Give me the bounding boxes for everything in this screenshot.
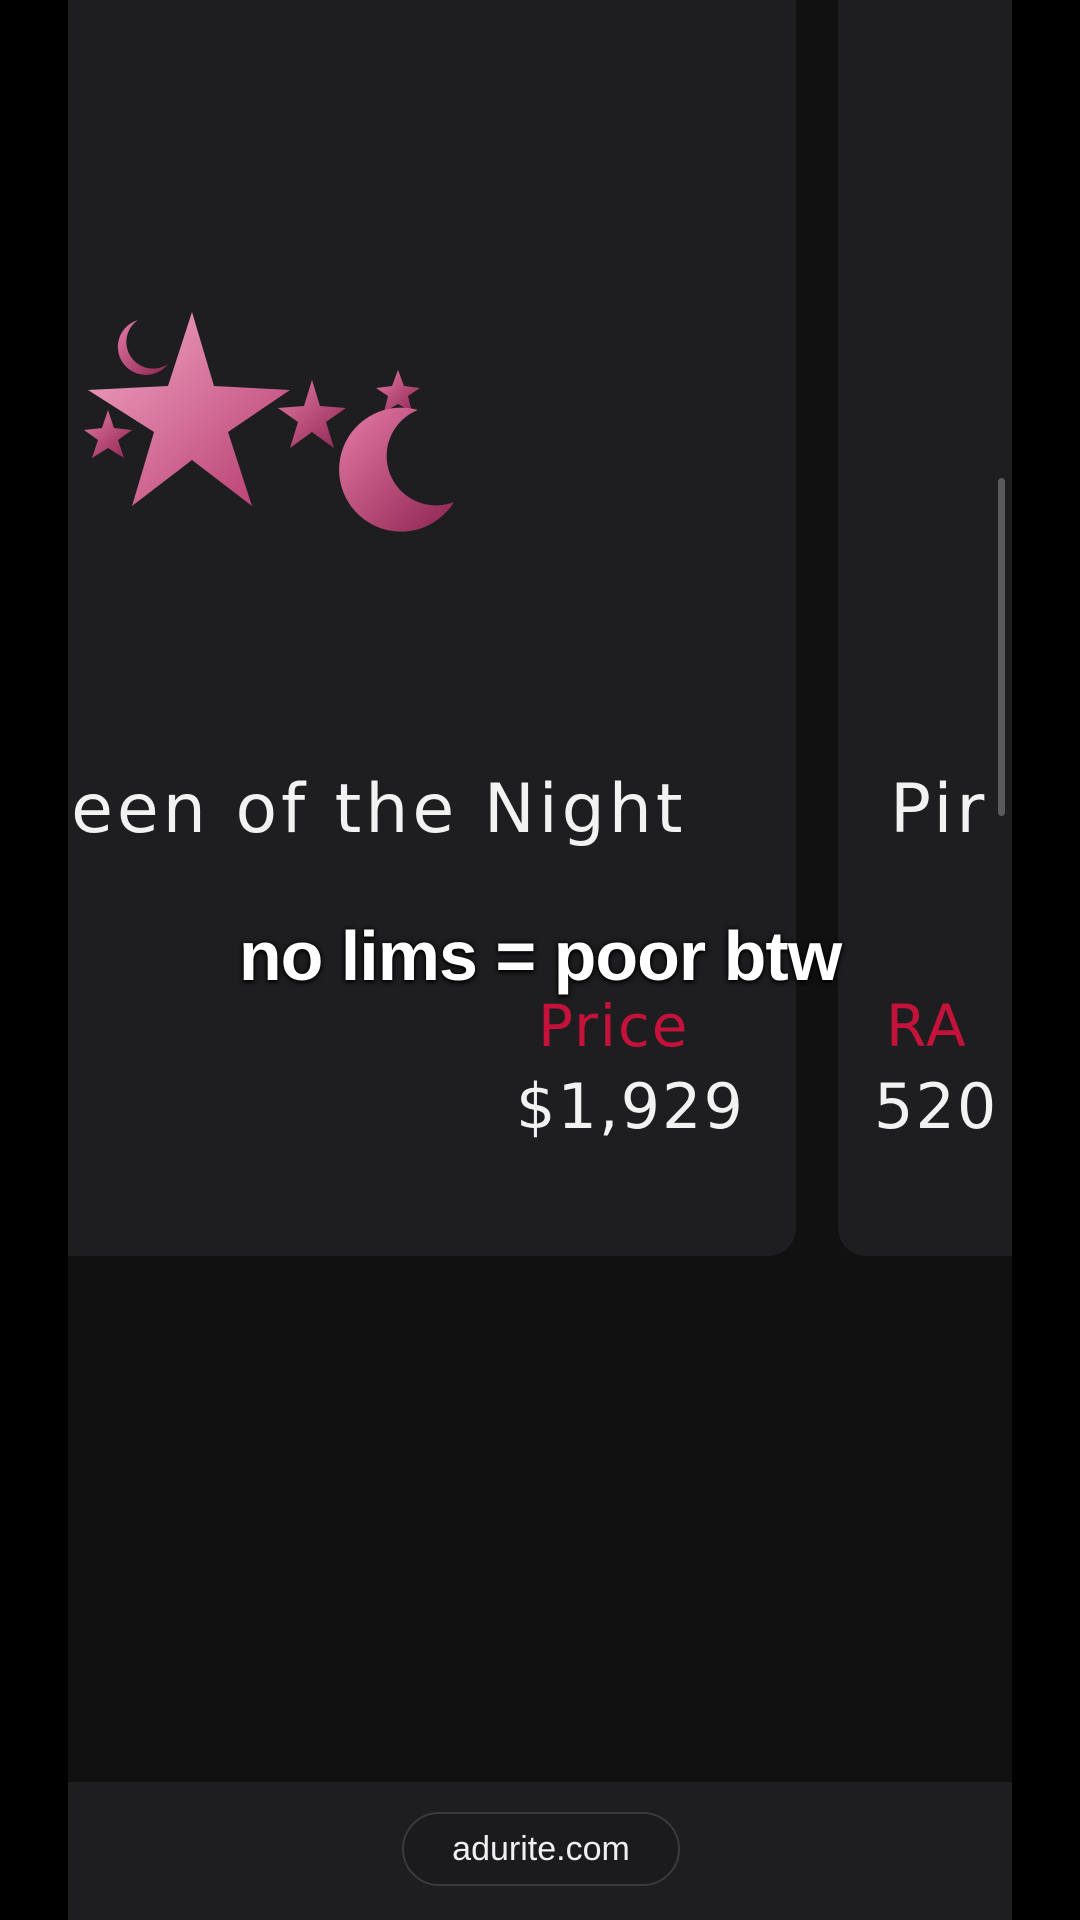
stars-and-moons-hat-icon xyxy=(84,312,454,532)
item-card[interactable]: ueen of the Night Price $1,929 xyxy=(68,0,796,1256)
rap-label: RA xyxy=(886,992,968,1060)
price-value: $1,929 xyxy=(516,1070,745,1143)
address-bar[interactable]: adurite.com xyxy=(402,1812,680,1886)
item-title: Pir xyxy=(890,770,989,849)
price-label: Price xyxy=(538,992,690,1060)
video-caption: no lims = poor btw xyxy=(238,917,842,995)
scrollbar-thumb[interactable] xyxy=(998,478,1005,816)
url-text: adurite.com xyxy=(452,1829,630,1868)
item-card[interactable]: Pir RA 520 xyxy=(838,0,1012,1256)
video-frame: ueen of the Night Price $1,929 Pir RA 52… xyxy=(0,0,1080,1920)
browser-bottom-bar: adurite.com xyxy=(68,1782,1012,1920)
item-title: ueen of the Night xyxy=(68,770,687,849)
rap-value: 520 xyxy=(874,1070,999,1143)
